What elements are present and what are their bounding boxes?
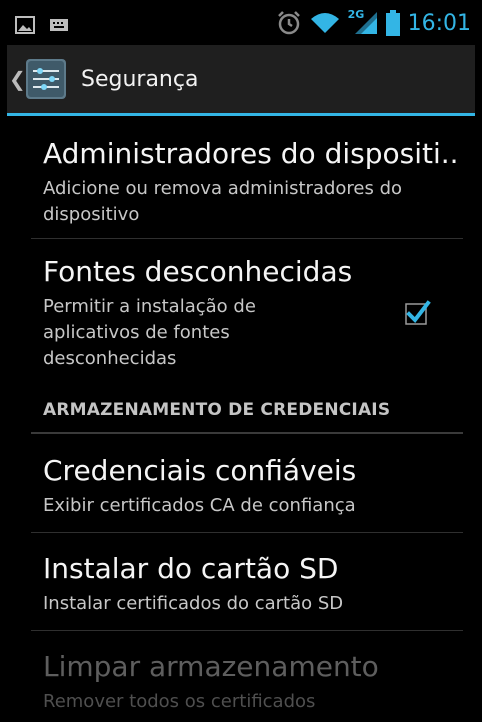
chevron-left-icon[interactable]: ❮ <box>9 67 26 91</box>
list-item-trusted-credentials[interactable]: Credenciais confiáveis Exibir certificad… <box>43 454 463 519</box>
list-item-title: Instalar do cartão SD <box>43 552 339 585</box>
list-item-title: Limpar armazenamento <box>43 650 379 683</box>
wifi-icon <box>310 13 339 33</box>
list-item-summary: Permitir a instalação de aplicativos de … <box>43 296 256 369</box>
list-item-summary: Instalar certificados do cartão SD <box>43 593 344 614</box>
unknown-sources-checkbox[interactable] <box>403 299 431 327</box>
divider <box>31 532 463 533</box>
battery-icon <box>385 10 400 36</box>
alarm-icon <box>277 11 300 35</box>
list-item-title: Credenciais confiáveis <box>43 454 357 487</box>
clock: 16:01 <box>407 10 471 36</box>
list-item-install-from-sd[interactable]: Instalar do cartão SD Instalar certifica… <box>43 552 463 617</box>
keyboard-notification-icon <box>50 19 68 31</box>
list-item-summary: Remover todos os certificados <box>43 691 316 712</box>
list-item-summary: Adicione ou remova administradores do di… <box>43 178 403 225</box>
image-notification-icon <box>15 16 35 34</box>
list-item-unknown-sources[interactable]: Fontes desconhecidas Permitir a instalaç… <box>43 255 463 372</box>
action-bar[interactable]: ❮ Segurança <box>7 45 475 113</box>
screen-frame: 2G 16:01 ❮ Segurança Administradores do … <box>7 7 475 715</box>
section-header-credential-storage: ARMAZENAMENTO DE CREDENCIAIS <box>43 400 391 420</box>
action-bar-divider <box>7 113 475 116</box>
list-item-device-admins[interactable]: Administradores do dispositi.. Adicione … <box>43 137 463 228</box>
list-item-summary: Exibir certificados CA de confiança <box>43 495 356 516</box>
list-item-title: Fontes desconhecidas <box>43 255 353 288</box>
section-divider <box>31 432 463 434</box>
list-item-title: Administradores do dispositi.. <box>43 137 459 170</box>
divider <box>31 238 463 239</box>
divider <box>31 630 463 631</box>
page-title: Segurança <box>81 67 199 92</box>
list-item-clear-storage: Limpar armazenamento Remover todos os ce… <box>43 650 463 715</box>
settings-sliders-icon[interactable] <box>25 58 67 100</box>
signal-icon: 2G <box>348 8 378 36</box>
status-bar: 2G 16:01 <box>7 7 475 45</box>
